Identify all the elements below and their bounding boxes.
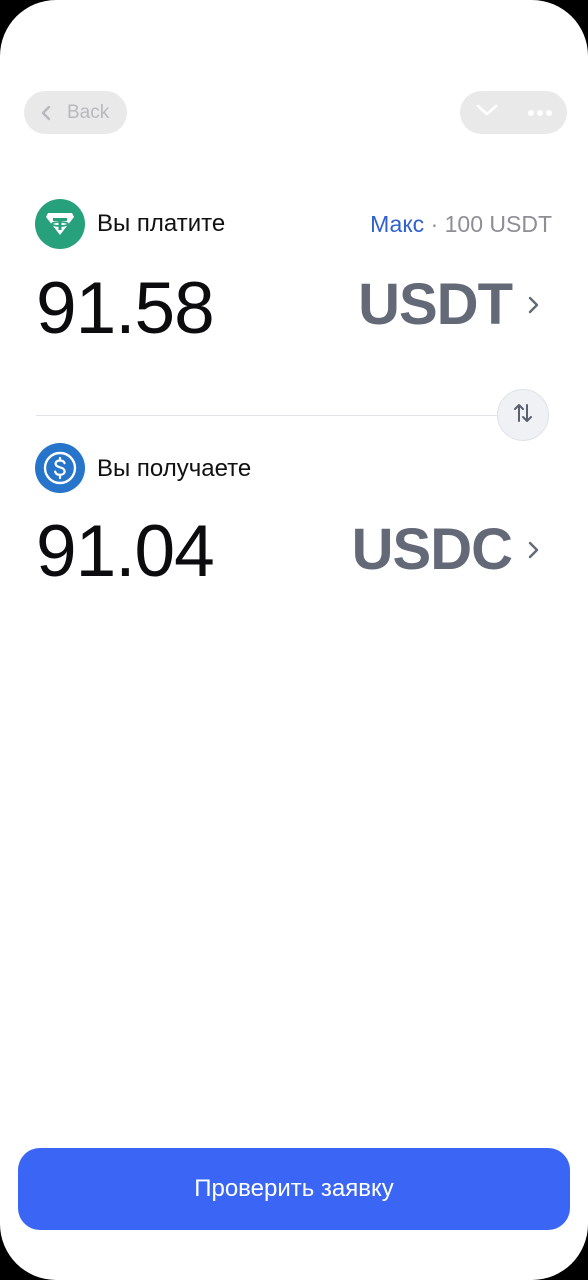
tether-icon: [35, 199, 85, 249]
swap-arrows-icon: [511, 401, 535, 430]
receive-label: Вы получаете: [97, 455, 252, 482]
back-label: Back: [67, 101, 110, 123]
receive-currency-selector[interactable]: USDC: [352, 521, 540, 579]
receive-currency-code: USDC: [351, 517, 513, 582]
max-button[interactable]: Макс: [370, 211, 424, 237]
more-button[interactable]: [514, 91, 568, 134]
back-button[interactable]: Back: [24, 91, 127, 134]
usdc-icon: [35, 443, 85, 493]
chevron-right-icon: [526, 540, 540, 560]
swap-button[interactable]: [497, 389, 549, 441]
pay-currency-code: USDT: [358, 272, 513, 337]
receive-amount: 91.04: [36, 511, 215, 592]
pay-currency-selector[interactable]: USDT: [358, 276, 540, 334]
pay-amount-input[interactable]: 91.58: [36, 272, 215, 345]
max-separator: ·: [430, 211, 439, 237]
collapse-button[interactable]: [460, 91, 514, 134]
nav-controls: [460, 91, 567, 134]
max-value: 100 USDT: [444, 211, 552, 237]
screen: Back Вы платите Макс · 100 USDT 91.58 US…: [0, 0, 588, 1280]
pay-label: Вы платите: [97, 210, 226, 237]
chevron-right-icon: [526, 295, 540, 315]
chevron-down-icon: [475, 102, 499, 123]
divider: [36, 415, 506, 416]
chevron-left-icon: [38, 104, 56, 122]
max-balance: Макс · 100 USDT: [370, 211, 552, 238]
review-order-button[interactable]: Проверить заявку: [18, 1148, 570, 1230]
more-dots-icon: [527, 104, 553, 122]
